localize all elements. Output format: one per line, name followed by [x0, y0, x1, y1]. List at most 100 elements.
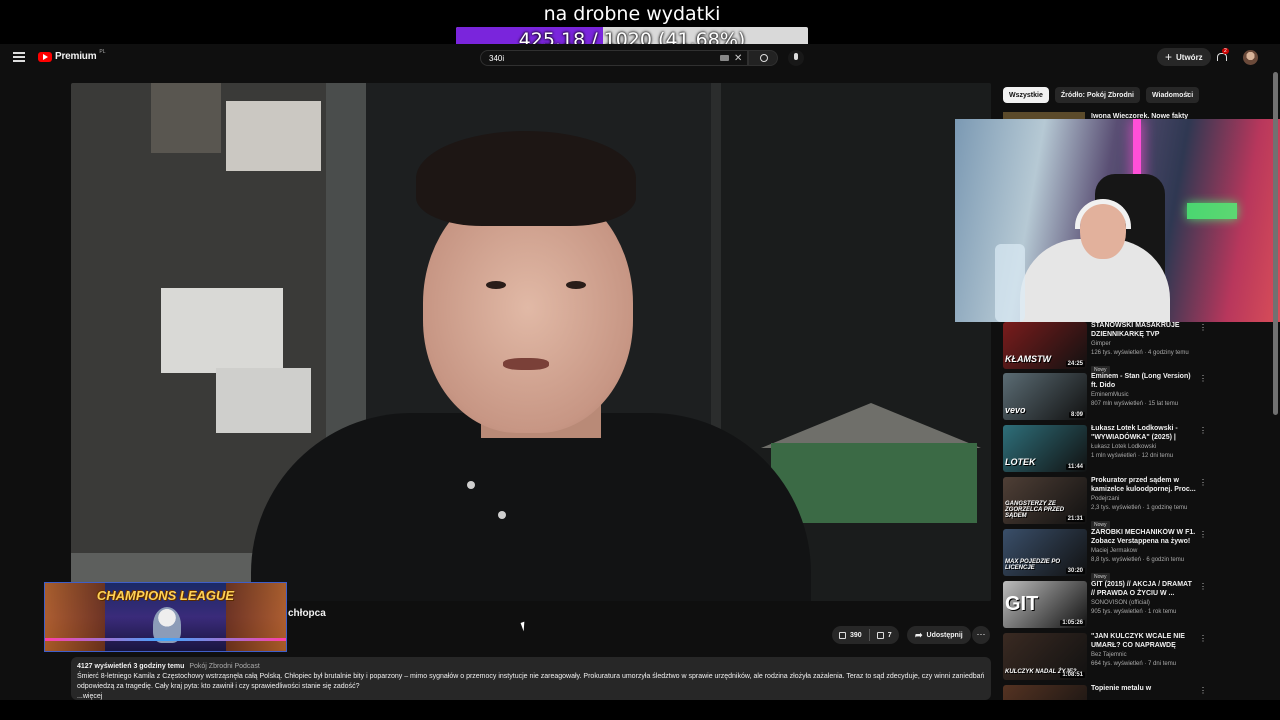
show-more-link[interactable]: ...więcej — [77, 692, 985, 700]
more-vert-icon[interactable]: ⋮ — [1199, 426, 1207, 435]
duration-badge: 1:05:26 — [1060, 620, 1085, 626]
recommendation-title: ZAROBKI MECHANIKÓW W F1. Zobacz Verstapp… — [1091, 529, 1196, 545]
like-button[interactable]: 390 — [832, 626, 869, 644]
recommendation-info: "JAN KULCZYK WCALE NIE UMARŁ? CO NAPRAWD… — [1091, 632, 1197, 669]
more-vert-icon[interactable]: ⋮ — [1199, 374, 1207, 383]
dislike-button[interactable]: 7 — [870, 626, 899, 644]
duration-badge: 21:31 — [1065, 516, 1085, 522]
neon-line — [45, 638, 286, 641]
more-vert-icon[interactable]: ⋮ — [1199, 686, 1207, 695]
more-vert-icon[interactable]: ⋮ — [1199, 530, 1207, 539]
recommendation-channel: Łukasz Lotek Lodkowski — [1091, 444, 1157, 450]
chip-0[interactable]: Wszystkie — [1003, 87, 1049, 103]
board-photo — [226, 101, 321, 171]
youtube-play-icon — [38, 51, 52, 62]
video-player[interactable] — [71, 83, 991, 601]
thumbnail-text: LOTEK — [1005, 457, 1036, 467]
recommendation-meta: 1 mln wyświetleń · 12 dni temu — [1091, 453, 1174, 459]
like-count: 390 — [850, 631, 862, 639]
thumbnail-text: GIT — [1005, 593, 1039, 615]
search-input[interactable]: 340i — [480, 50, 748, 66]
duration-badge: 1:08:51 — [1060, 672, 1085, 678]
clear-icon[interactable]: ✕ — [734, 53, 742, 64]
shirt-button — [467, 481, 475, 489]
youtube-logo[interactable]: Premium PL — [38, 48, 106, 62]
stream-bottom-band — [0, 700, 1280, 720]
recommendation-channel: Gimper — [1091, 341, 1111, 347]
more-vert-icon[interactable]: ⋮ — [1199, 582, 1207, 591]
recommendation-info: GIT (2015) // AKCJA / DRAMAT // PRAWDA O… — [1091, 580, 1197, 617]
recommendation-item[interactable]: GIT 1:05:26 GIT (2015) // AKCJA / DRAMAT /… — [1003, 581, 1208, 633]
description-box[interactable]: 4127 wyświetleń 3 godziny temu Pokój Zbr… — [71, 657, 991, 700]
recommendation-meta: 126 tys. wyświetleń · 4 godziny temu — [1091, 350, 1189, 356]
more-vert-icon[interactable]: ⋮ — [1199, 478, 1207, 487]
goal-title: na drobne wydatki — [543, 3, 721, 25]
notification-badge: 2 — [1222, 48, 1229, 54]
presenter-hair — [416, 131, 636, 226]
logo-region: PL — [99, 48, 106, 55]
more-vert-icon[interactable]: ⋮ — [1199, 323, 1207, 332]
thumbs-up-icon — [839, 631, 846, 639]
recommendation-channel: Bez Tajemnic — [1091, 652, 1127, 658]
recommendation-title: STANOWSKI MASAKRUJE DZIENNIKARKĘ TVP — [1091, 322, 1180, 338]
recommendation-info: Topienie metalu w — [1091, 684, 1197, 693]
recommendation-item[interactable]: vevo 8:09 Eminem - Stan (Long Version) ft.… — [1003, 373, 1208, 425]
recommendation-thumbnail[interactable]: GIT 1:05:26 — [1003, 581, 1087, 628]
page-scrollbar[interactable] — [1273, 72, 1278, 415]
share-button[interactable]: ➦ Udostępnij — [907, 626, 971, 644]
thumbnail-text: KŁAMSTW — [1005, 354, 1051, 364]
recommendation-item[interactable]: LOTEK 11:44 Łukasz Lotek Lodkowski - "WYWI… — [1003, 425, 1208, 477]
recommendation-thumbnail[interactable]: MAX POJEDZIE PO LICENCJE 30:20 — [1003, 529, 1087, 576]
recommendation-info: ZAROBKI MECHANIKÓW W F1. Zobacz Verstapp… — [1091, 528, 1197, 583]
stream-capture: na drobne wydatki 425.18 / 1020 (41.68%)… — [0, 0, 1280, 720]
upload-time: 3 godziny temu — [133, 663, 185, 670]
recommendation-item[interactable]: KULCZYK NADAL ŻYJE? 1:08:51 "JAN KULCZYK W… — [1003, 633, 1208, 685]
description-text: Śmierć 8-letniego Kamila z Częstochowy w… — [77, 673, 985, 690]
keyboard-icon[interactable] — [720, 55, 729, 61]
recommendation-meta: 8,8 tys. wyświetleń · 6 godzin temu — [1091, 557, 1185, 563]
water-bottle — [995, 244, 1025, 322]
streamer-webcam-overlay — [955, 119, 1280, 322]
chip-2[interactable]: Wiadomości — [1145, 87, 1200, 103]
recommendation-info: Eminem - Stan (Long Version) ft. Dido Emi… — [1091, 372, 1197, 409]
recommendation-title: "JAN KULCZYK WCALE NIE UMARŁ? CO NAPRAWD… — [1091, 633, 1185, 649]
recommendation-info: Łukasz Lotek Lodkowski - "WYWIADÓWKA" (2… — [1091, 424, 1197, 461]
menu-icon[interactable] — [13, 52, 25, 62]
chip-1[interactable]: Źródło: Pokój Zbrodni — [1054, 87, 1140, 103]
recommendation-item[interactable]: GANGSTERZY ZE ZGORZELCA PRZED SĄDEM 21:31… — [1003, 477, 1208, 529]
more-vert-icon[interactable]: ⋮ — [1199, 634, 1207, 643]
duration-badge: 24:25 — [1065, 361, 1085, 367]
create-label: Utwórz — [1176, 52, 1203, 62]
recommendation-thumbnail[interactable]: GANGSTERZY ZE ZGORZELCA PRZED SĄDEM 21:31 — [1003, 477, 1087, 524]
recommendation-title: Eminem - Stan (Long Version) ft. Dido — [1091, 373, 1191, 389]
recommendation-channel: Maciej Jermakow — [1091, 548, 1138, 554]
avatar[interactable] — [1243, 50, 1258, 65]
recommendation-info: Prokurator przed sądem w kamizelce kuloo… — [1091, 476, 1197, 531]
chevron-right-icon[interactable]: › — [1186, 89, 1189, 100]
recommendation-channel: Podejrzani — [1091, 496, 1120, 502]
recommendation-meta: 807 mln wyświetleń · 15 lat temu — [1091, 401, 1179, 407]
create-button[interactable]: + Utwórz — [1157, 48, 1211, 66]
more-actions-button[interactable]: ⋯ — [972, 626, 990, 644]
mic-icon[interactable] — [788, 50, 804, 66]
recommendation-meta: 664 tys. wyświetleń · 7 dni temu — [1091, 661, 1177, 667]
recommendation-item[interactable]: MAX POJEDZIE PO LICENCJE 30:20 ZAROBKI MEC… — [1003, 529, 1208, 581]
mouse-cursor — [520, 621, 528, 632]
recommendation-channel: EminemMusic — [1091, 392, 1129, 398]
view-count: 4127 wyświetleń — [77, 663, 132, 670]
recommendation-thumbnail[interactable]: KŁAMSTW 24:25 — [1003, 322, 1087, 369]
video-title: chłopca — [288, 608, 326, 619]
recommendation-thumbnail[interactable]: vevo 8:09 — [1003, 373, 1087, 420]
recommendation-thumbnail[interactable]: KULCZYK NADAL ŻYJE? 1:08:51 — [1003, 633, 1087, 680]
recommendation-title: Topienie metalu w — [1091, 685, 1152, 692]
search-button[interactable] — [748, 50, 778, 66]
recommendation-meta: 2,3 tys. wyświetleń · 1 godzinę temu — [1091, 505, 1188, 511]
recommendation-channel: SONOVISON (official) — [1091, 600, 1150, 606]
presenter-body — [251, 413, 811, 601]
recommendation-thumbnail[interactable]: LOTEK 11:44 — [1003, 425, 1087, 472]
filter-chips: Wszystkie Źródło: Pokój Zbrodni Wiadomości — [1003, 87, 1200, 103]
recommendation-title: GIT (2015) // AKCJA / DRAMAT // PRAWDA O… — [1091, 581, 1192, 597]
thumbs-down-icon — [876, 631, 884, 639]
channel-tag[interactable]: Pokój Zbrodni Podcast — [189, 663, 259, 670]
recommendation-item[interactable]: KŁAMSTW 24:25 STANOWSKI MASAKRUJE DZIENNIK… — [1003, 322, 1208, 374]
